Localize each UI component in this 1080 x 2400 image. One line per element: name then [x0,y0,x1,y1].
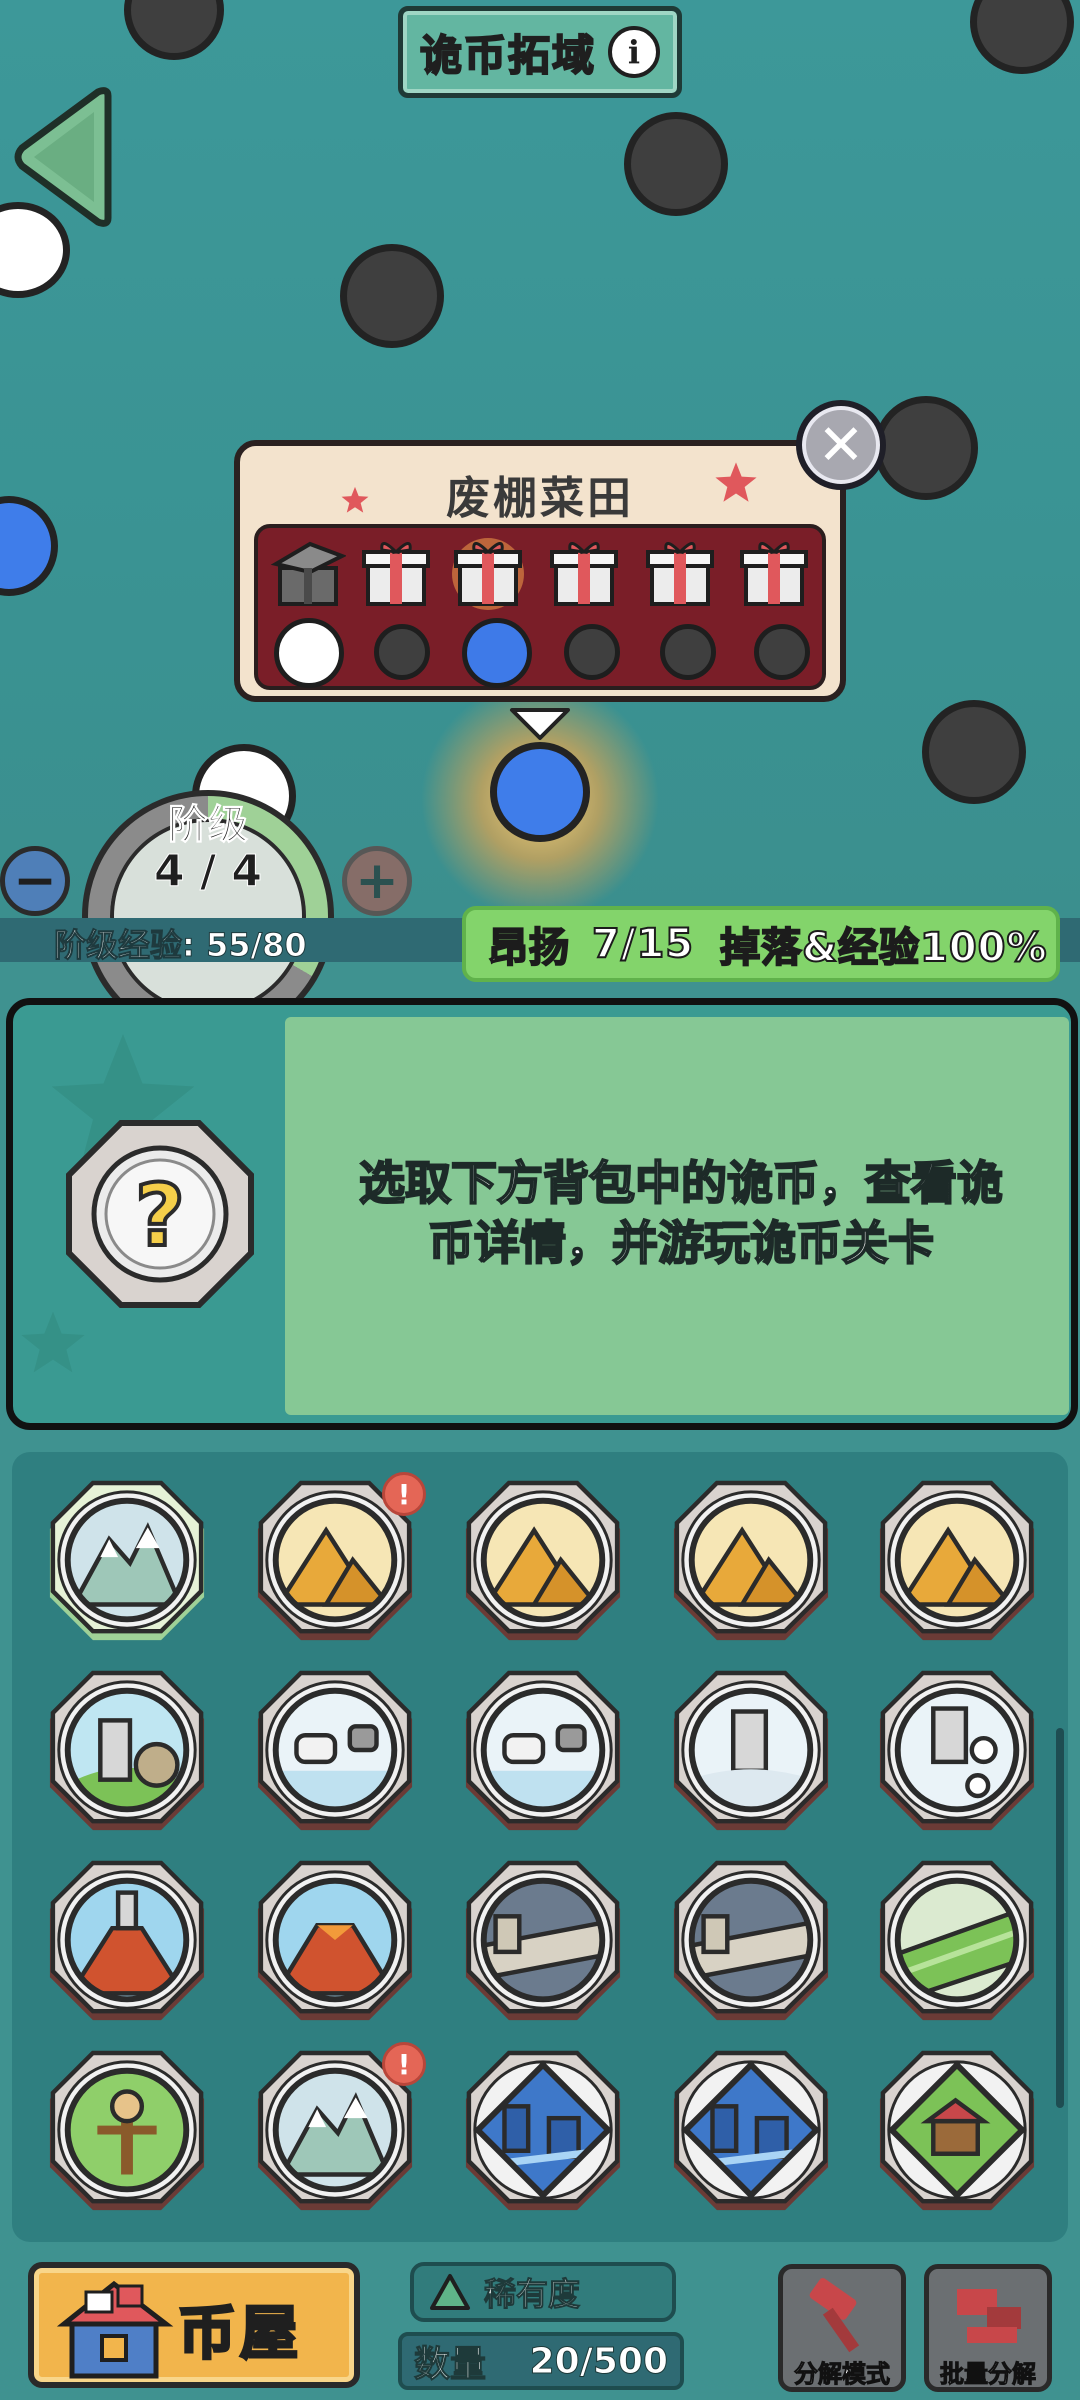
coin-slot[interactable] [874,1860,1040,2026]
green-cabin-coin-icon [879,2050,1035,2211]
coin-slot[interactable]: ! [252,2042,426,2216]
triangle-icon [430,2274,470,2310]
gift-icon [646,542,714,606]
unknown-coin-icon: ? [66,1120,254,1308]
reward-slot-cleared [274,618,344,688]
detail-hint-text: 选取下方背包中的诡币，查看诡 币详情，并游玩诡币关卡 [358,1155,1004,1271]
pyramid-coin-icon [673,1480,829,1641]
svg-text:?: ? [135,1166,185,1266]
map-node[interactable] [0,496,58,596]
coin-slot[interactable] [668,1860,834,2026]
coin-count: 数量 20/500 [398,2332,684,2390]
coin-slot[interactable] [874,2050,1040,2216]
grid-scrollbar[interactable] [1056,1728,1064,2108]
pyramid-coin-icon [879,1480,1035,1641]
current-map-node[interactable] [490,742,590,842]
map-node[interactable] [970,0,1074,74]
map-node[interactable] [340,244,444,348]
coin-slot[interactable] [460,1480,626,1646]
pyramid-coin-icon [465,1480,621,1641]
stage-exp-text: 阶级经验: 55/80 [54,926,308,965]
bonus-text: 掉落&经验100% [719,924,1048,972]
popup-title: 废棚菜田 [446,473,634,524]
coin-slot[interactable] [44,1860,210,2026]
coin-house-label: 币屋 [176,2298,303,2369]
stage-plus-button[interactable]: + [342,846,412,916]
coin-slot[interactable] [252,1670,418,1836]
coin-slot[interactable] [460,1670,626,1836]
coin-slot[interactable] [44,2050,210,2216]
close-icon: ✕ [817,412,865,478]
stage-popup: 废棚菜田 [234,440,846,702]
stage-minus-button[interactable]: − [0,846,70,916]
coin-slot[interactable] [460,2050,626,2216]
decompose-mode-label: 分解模式 [794,2360,891,2389]
snow-mountain-coin-icon [49,1480,205,1641]
blue-ruins-coin-icon [673,2050,829,2211]
volcano-tower-coin-icon [49,1860,205,2021]
reward-slot-current [462,618,532,688]
map-node[interactable] [624,112,728,216]
snow-skull-tower-coin-icon [879,1670,1035,1831]
volcano-coin-icon [257,1860,413,2021]
back-arrow-icon[interactable] [8,86,120,228]
gift-icon [740,542,808,606]
stage-value: 4 / 4 [154,846,263,898]
mood-label: 昂扬 [487,924,570,972]
gift-highlighted-icon [452,538,524,610]
blue-ruins-coin-icon [465,2050,621,2211]
reward-slot [754,624,810,680]
page-title: 诡币拓域 [419,30,596,81]
map-node[interactable] [922,700,1026,804]
stage-label: 阶级 [168,802,249,849]
reward-slot [564,624,620,680]
pointer-down-icon [510,708,570,740]
star-decoration [21,1311,85,1373]
coin-slot[interactable] [874,1480,1040,1646]
rarity-label: 稀有度 [483,2275,581,2314]
gift-icon [550,542,618,606]
snowfield-coin-icon [465,1670,621,1831]
coin-detail-panel: ? 选取下方背包中的诡币，查看诡 币详情，并游玩诡币关卡 [6,998,1078,1430]
great-wall-coin-icon [465,1860,621,2021]
coin-slot[interactable] [460,1860,626,2026]
map-node[interactable] [124,0,224,60]
info-icon[interactable]: i [608,26,660,78]
status-pill: 昂扬 7/15 掉落&经验100% [462,906,1060,982]
coin-house-icon [56,2280,174,2379]
coin-slot[interactable] [874,1670,1040,1836]
coin-slot[interactable]: ! [252,1472,426,1646]
map-title-plate: 诡币拓域 i [398,6,682,98]
scarecrow-coin-icon [49,2050,205,2211]
close-button[interactable]: ✕ [796,400,886,490]
coin-slot[interactable] [44,1670,210,1836]
batch-decompose-label: 批量分解 [940,2360,1037,2389]
snow-tower-coin-icon [673,1670,829,1831]
mood-value: 7/15 [591,920,695,968]
rarity-sort-button[interactable]: 稀有度 [410,2262,676,2322]
count-value: 20/500 [529,2340,668,2382]
snowfield-coin-icon [257,1670,413,1831]
coin-slot[interactable] [252,1860,418,2026]
grass-tower-coin-icon [49,1670,205,1831]
great-wall-coin-icon [673,1860,829,2021]
reward-slot [374,624,430,680]
reward-slot [660,624,716,680]
green-field-coin-icon [879,1860,1035,2021]
count-label: 数量 [413,2344,487,2386]
reward-track [254,524,826,690]
alert-badge: ! [382,2042,426,2086]
coin-slot[interactable] [668,1480,834,1646]
alert-badge: ! [382,1472,426,1516]
coin-slot[interactable] [668,1670,834,1836]
coin-slot[interactable] [668,2050,834,2216]
map-node[interactable] [874,396,978,500]
hammer-icon [809,2278,860,2353]
gift-icon [362,542,430,606]
anvil-icon [957,2289,1021,2343]
opened-gift-icon [270,541,346,606]
coin-slot[interactable] [44,1480,210,1646]
